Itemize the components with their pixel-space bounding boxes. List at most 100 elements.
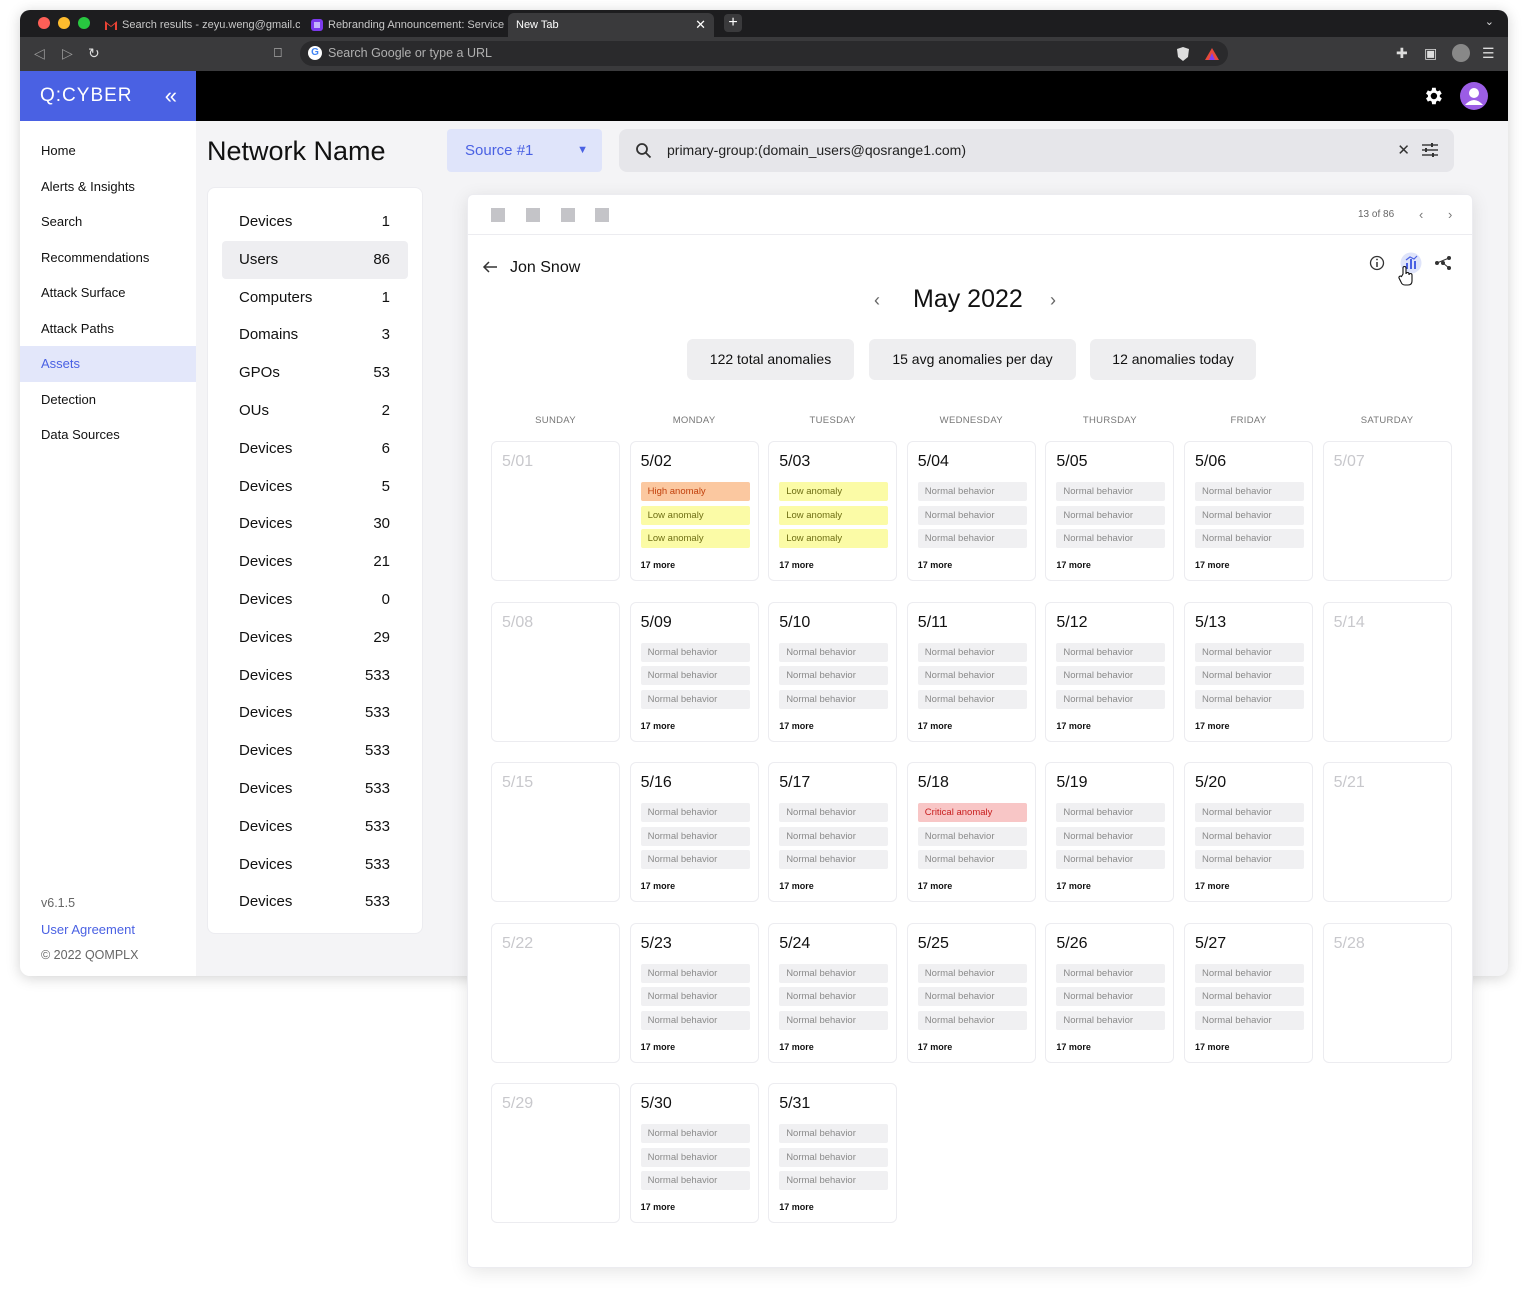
calendar-day[interactable]: 5/19 Normal behavior Normal behavior Normal… <box>1045 762 1175 902</box>
status-badge[interactable]: Normal behavior <box>1195 803 1304 822</box>
next-month-icon[interactable]: › <box>1050 290 1056 311</box>
status-badge[interactable]: Normal behavior <box>779 826 889 846</box>
status-badge[interactable]: Normal behavior <box>779 987 889 1007</box>
tab-search-chevron-icon[interactable]: ⌄ <box>1485 15 1494 28</box>
asset-type-row[interactable]: Devices 21 <box>222 543 408 581</box>
source-select[interactable]: Source #1 ▼ <box>447 129 602 172</box>
status-badge[interactable]: Normal behavior <box>1195 850 1304 870</box>
status-badge[interactable]: Normal behavior <box>779 1171 889 1191</box>
calendar-day[interactable]: 5/10 Normal behavior Normal behavior Normal… <box>768 601 898 742</box>
more-link[interactable]: 17 more <box>641 1202 676 1212</box>
sidebar-item[interactable]: Data Sources <box>20 417 196 453</box>
status-badge[interactable]: Normal behavior <box>917 482 1027 501</box>
status-badge[interactable]: Normal behavior <box>640 689 750 709</box>
asset-type-row[interactable]: Devices 6 <box>222 430 408 468</box>
calendar-day[interactable]: 5/23 Normal behavior Normal behavior Normal… <box>629 922 759 1063</box>
toolbar-action-icon[interactable] <box>526 208 540 222</box>
collapse-sidebar-icon[interactable]: « <box>165 71 178 121</box>
status-badge[interactable]: Normal behavior <box>640 666 750 686</box>
calendar-day[interactable]: 5/12 Normal behavior Normal behavior Normal… <box>1045 601 1175 742</box>
calendar-day[interactable]: 5/03 Low anomaly Low anomaly Low anomaly 17 … <box>768 441 898 581</box>
calendar-day[interactable]: 5/14 <box>1322 601 1452 742</box>
asset-type-row[interactable]: Computers 1 <box>222 279 408 317</box>
calendar-day[interactable]: 5/18 Critical anomaly Normal behavior Norma… <box>906 762 1036 902</box>
status-badge[interactable]: Normal behavior <box>640 1010 750 1030</box>
status-badge[interactable]: Normal behavior <box>779 689 889 709</box>
status-badge[interactable]: Normal behavior <box>640 850 750 870</box>
asset-type-row[interactable]: Devices 29 <box>222 619 408 657</box>
status-badge[interactable]: Normal behavior <box>1195 987 1304 1007</box>
back-arrow-icon[interactable] <box>482 260 498 274</box>
status-badge[interactable]: Normal behavior <box>779 1124 889 1143</box>
more-link[interactable]: 17 more <box>641 560 676 570</box>
status-badge[interactable]: Low anomaly <box>640 529 750 549</box>
calendar-day[interactable]: 5/17 Normal behavior Normal behavior Normal… <box>768 762 898 902</box>
calendar-day[interactable]: 5/16 Normal behavior Normal behavior Normal… <box>629 762 759 902</box>
more-link[interactable]: 17 more <box>1195 560 1230 570</box>
status-badge[interactable]: Normal behavior <box>1195 666 1304 686</box>
status-badge[interactable]: Normal behavior <box>1195 826 1304 846</box>
status-badge[interactable]: Normal behavior <box>1056 666 1166 686</box>
new-tab-button[interactable]: + <box>724 14 742 32</box>
asset-type-row[interactable]: GPOs 53 <box>222 354 408 392</box>
asset-type-row[interactable]: Devices 533 <box>222 770 408 808</box>
calendar-day[interactable]: 5/08 <box>491 601 620 742</box>
calendar-day[interactable]: 5/29 <box>491 1083 620 1223</box>
status-badge[interactable]: Normal behavior <box>1056 642 1166 662</box>
profile-icon[interactable] <box>1452 44 1470 62</box>
status-badge[interactable]: Normal behavior <box>917 689 1027 709</box>
close-window-icon[interactable] <box>38 17 50 29</box>
asset-type-row[interactable]: Devices 5 <box>222 468 408 506</box>
status-badge[interactable]: Normal behavior <box>917 529 1027 549</box>
status-badge[interactable]: Normal behavior <box>917 642 1027 662</box>
more-link[interactable]: 17 more <box>1056 721 1091 731</box>
wallet-icon[interactable]: ▣ <box>1424 45 1437 62</box>
calendar-day[interactable]: 5/02 High anomaly Low anomaly Low anomaly 17… <box>629 441 759 581</box>
network-graph-icon[interactable] <box>1434 254 1452 272</box>
calendar-day[interactable]: 5/06 Normal behavior Normal behavior Normal… <box>1184 441 1313 581</box>
toolbar-action-icon[interactable] <box>561 208 575 222</box>
asset-type-row[interactable]: Devices 1 <box>222 203 408 241</box>
calendar-day[interactable]: 5/04 Normal behavior Normal behavior Normal… <box>906 441 1036 581</box>
sidebar-item[interactable]: Attack Surface <box>20 275 196 311</box>
status-badge[interactable]: Normal behavior <box>1056 529 1166 549</box>
more-link[interactable]: 17 more <box>1195 881 1230 891</box>
asset-type-row[interactable]: Devices 533 <box>222 657 408 695</box>
calendar-day[interactable]: 5/15 <box>491 762 620 902</box>
status-badge[interactable]: Normal behavior <box>640 642 750 662</box>
status-badge[interactable]: Normal behavior <box>640 963 750 983</box>
calendar-day[interactable]: 5/24 Normal behavior Normal behavior Normal… <box>768 922 898 1063</box>
status-badge[interactable]: Low anomaly <box>779 482 889 501</box>
address-bar[interactable]: G Search Google or type a URL <box>300 41 1228 66</box>
status-badge[interactable]: Normal behavior <box>1195 482 1304 501</box>
asset-type-row[interactable]: Devices 533 <box>222 732 408 770</box>
status-badge[interactable]: Normal behavior <box>640 1171 750 1191</box>
calendar-day[interactable]: 5/01 <box>491 441 620 581</box>
more-link[interactable]: 17 more <box>779 560 814 570</box>
minimize-window-icon[interactable] <box>58 17 70 29</box>
status-badge[interactable]: Normal behavior <box>779 642 889 662</box>
more-link[interactable]: 17 more <box>779 721 814 731</box>
status-badge[interactable]: Critical anomaly <box>917 803 1027 822</box>
calendar-day[interactable]: 5/31 Normal behavior Normal behavior Normal… <box>768 1083 898 1223</box>
status-badge[interactable]: Normal behavior <box>779 1147 889 1167</box>
status-badge[interactable]: Normal behavior <box>1195 1010 1304 1030</box>
toolbar-action-icon[interactable] <box>595 208 609 222</box>
status-badge[interactable]: Normal behavior <box>917 850 1027 870</box>
more-link[interactable]: 17 more <box>918 721 953 731</box>
status-badge[interactable]: Normal behavior <box>640 826 750 846</box>
sidebar-item[interactable]: Assets <box>20 346 196 382</box>
calendar-day[interactable]: 5/11 Normal behavior Normal behavior Normal… <box>906 601 1036 742</box>
calendar-day[interactable]: 5/26 Normal behavior Normal behavior Normal… <box>1045 922 1175 1063</box>
asset-type-row[interactable]: Devices 30 <box>222 505 408 543</box>
status-badge[interactable]: Low anomaly <box>779 529 889 549</box>
status-badge[interactable]: Low anomaly <box>779 505 889 525</box>
status-badge[interactable]: Normal behavior <box>917 987 1027 1007</box>
asset-type-row[interactable]: Domains 3 <box>222 316 408 354</box>
forward-icon[interactable]: ▷ <box>62 45 73 62</box>
status-badge[interactable]: Normal behavior <box>1195 689 1304 709</box>
status-badge[interactable]: Normal behavior <box>779 1010 889 1030</box>
calendar-day[interactable]: 5/13 Normal behavior Normal behavior Normal… <box>1184 601 1313 742</box>
asset-type-row[interactable]: Devices 533 <box>222 694 408 732</box>
avatar[interactable] <box>1460 82 1488 110</box>
